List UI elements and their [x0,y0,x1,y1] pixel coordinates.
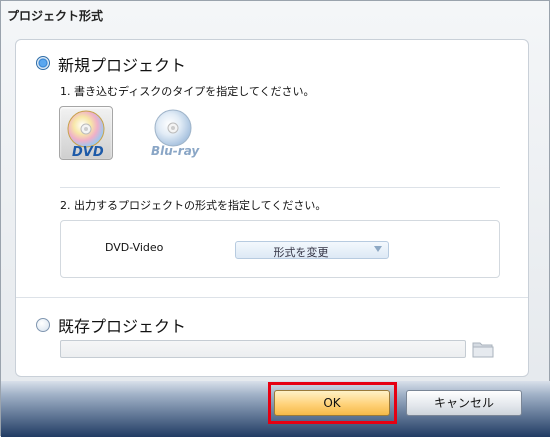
chevron-down-icon [374,246,382,252]
bluray-label: Blu-ray [151,144,200,158]
separator [16,297,528,298]
change-format-button[interactable]: 形式を変更 [235,241,389,259]
cancel-button[interactable]: キャンセル [406,390,522,416]
dialog-title: プロジェクト形式 [7,9,104,23]
existing-project-path-field[interactable] [60,340,466,358]
format-box: DVD-Video 形式を変更 [60,220,500,278]
separator [60,187,500,188]
folder-icon[interactable] [472,339,494,359]
options-panel: 新規プロジェクト 1. 書き込むディスクのタイプを指定してください。 DVD B… [15,39,529,377]
existing-project-label[interactable]: 既存プロジェクト [58,313,186,337]
bluray-type-button[interactable]: Blu-ray [147,106,201,160]
project-format-dialog: プロジェクト形式 新規プロジェクト 1. 書き込むディスクのタイプを指定してくだ… [0,0,550,437]
ok-button[interactable]: OK [274,390,390,416]
dvd-type-button[interactable]: DVD [59,106,113,160]
change-format-label: 形式を変更 [273,246,329,259]
step2-instruction: 2. 出力するプロジェクトの形式を指定してください。 [60,199,327,212]
new-project-label[interactable]: 新規プロジェクト [58,52,186,76]
step1-instruction: 1. 書き込むディスクのタイプを指定してください。 [60,85,315,98]
existing-project-radio[interactable] [36,318,50,332]
format-name: DVD-Video [105,241,164,254]
new-project-radio[interactable] [36,56,50,70]
dvd-label: DVD [72,145,104,160]
